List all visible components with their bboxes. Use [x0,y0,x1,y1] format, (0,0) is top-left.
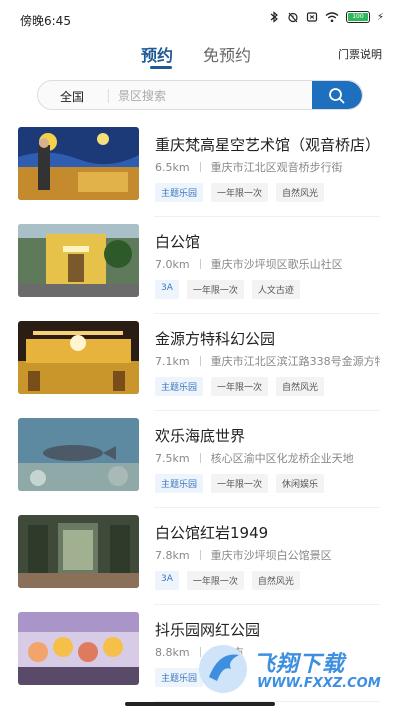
attraction-address: 重庆市江北区滨江路338号金源方特 [210,355,380,368]
attraction-tags: 主题乐园 一年限一次 自然风光 [155,377,325,396]
attraction-tag: 自然风光 [251,571,300,590]
attraction-tags: 3A 一年限一次 人文古迹 [155,280,300,299]
attraction-tag: 3A [155,571,179,590]
attraction-tag: 一年限一次 [186,571,244,590]
attraction-meta: 6.5km 重庆市江北区观音桥步行街 [155,159,380,175]
meta-divider [199,356,201,366]
attraction-thumbnail [18,224,139,297]
watermark-url: WWW.FXXZ.COM [257,676,381,691]
search-input[interactable] [118,86,308,106]
attraction-tag: 一年限一次 [211,474,269,493]
watermark-title: 飞翔下载 [253,652,346,677]
attraction-distance: 6.5km [155,161,190,174]
meta-divider [199,550,201,560]
meta-divider [199,453,201,463]
attraction-distance: 7.1km [155,355,190,368]
attraction-name: 欢乐海底世界 [155,427,246,445]
charging-icon: ⚡ [376,11,384,23]
attraction-distance: 7.5km [155,452,190,465]
attraction-tag: 主题乐园 [155,474,204,493]
attraction-tag: 主题乐园 [155,183,204,202]
attraction-tag: 主题乐园 [155,377,204,396]
status-bar: 傍晚6:45 100 ⚡ [0,0,400,36]
attraction-meta: 7.5km 核心区渝中区化龙桥企业天地 [155,450,380,466]
attraction-item[interactable]: 金源方特科幻公园 7.1km 重庆市江北区滨江路338号金源方特 主题乐园 一年限一次自… [0,314,400,411]
alarm-icon [288,12,298,23]
attraction-distance: 7.0km [155,258,190,271]
attraction-tag: 一年限一次 [186,280,244,299]
attraction-address: 重庆市江北区观音桥步行街 [210,161,343,174]
attraction-thumbnail [18,612,139,685]
attraction-tag: 休闲娱乐 [276,474,325,493]
search-bar: 全国 [37,80,363,110]
attraction-item[interactable]: 重庆梵高星空艺术馆（观音桥店） 6.5km 重庆市江北区观音桥步行街 主题乐园 一年限一… [0,120,400,217]
meta-divider [199,259,201,269]
attraction-tag: 一年限一次 [211,183,269,202]
region-selector[interactable]: 全国 [60,88,84,105]
attraction-tags: 主题乐园 一年限一次 休闲娱乐 [155,474,325,493]
attraction-tags: 主题乐园 [155,668,204,687]
attraction-meta: 7.8km 重庆市沙坪坝白公馆景区 [155,547,380,563]
attraction-item[interactable]: 欢乐海底世界 7.5km 核心区渝中区化龙桥企业天地 主题乐园 一年限一次 休闲娱乐 [0,411,400,508]
attraction-name: 重庆梵高星空艺术馆（观音桥店） [155,136,381,154]
attraction-name: 白公馆红岩1949 [155,524,269,542]
attraction-item[interactable]: 白公馆 7.0km 重庆市沙坪坝区歌乐山社区 3A 一年限一次 人文古迹 [0,217,400,314]
attraction-distance: 8.8km [155,646,190,659]
attraction-thumbnail [18,127,139,200]
status-icons: 100 ⚡ [268,11,384,23]
battery-level: 100 [347,13,368,21]
battery-icon: 100 [345,11,370,23]
bluetooth-icon [270,11,278,23]
attraction-thumbnail [18,321,139,394]
attraction-tag: 3A [155,280,179,299]
attraction-distance: 7.8km [155,549,190,562]
ticket-info-link[interactable]: 门票说明 [338,46,382,62]
attraction-tags: 3A 一年限一次 自然风光 [155,571,300,590]
tab-no-reservation[interactable]: 免预约 [203,42,251,66]
wifi-icon [325,12,339,23]
meta-divider [199,162,201,172]
attraction-thumbnail [18,418,139,491]
search-icon [329,88,345,104]
sim-icon [306,12,318,22]
attraction-tag: 自然风光 [276,183,325,202]
attraction-thumbnail [18,515,139,588]
attraction-name: 金源方特科幻公园 [155,330,276,348]
attraction-address: 重庆市沙坪坝白公馆景区 [210,549,332,562]
attraction-meta: 7.1km 重庆市江北区滨江路338号金源方特 [155,353,380,369]
attraction-meta: 7.0km 重庆市沙坪坝区歌乐山社区 [155,256,380,272]
attraction-tag: 一年限一次 [211,377,269,396]
tab-reservation[interactable]: 预约 [141,42,173,66]
attraction-name: 抖乐园网红公园 [155,621,261,639]
attraction-name: 白公馆 [155,233,201,251]
attraction-tag: 自然风光 [276,377,325,396]
home-indicator[interactable] [125,702,275,706]
attraction-tags: 主题乐园 一年限一次 自然风光 [155,183,325,202]
active-tab-indicator [150,66,172,69]
watermark: 飞翔下载 WWW.FXXZ.COM [197,640,382,698]
attraction-tag: 主题乐园 [155,668,204,687]
status-time: 傍晚6:45 [20,14,71,28]
search-button[interactable] [312,81,362,109]
search-divider [108,89,109,103]
attraction-address: 核心区渝中区化龙桥企业天地 [210,452,354,465]
attraction-tag: 人文古迹 [251,280,300,299]
top-tabs: 预约 免预约 门票说明 [0,36,400,76]
attraction-item[interactable]: 白公馆红岩1949 7.8km 重庆市沙坪坝白公馆景区 3A 一年限一次 自然风光 [0,508,400,605]
watermark-logo-icon [199,645,247,693]
attraction-address: 重庆市沙坪坝区歌乐山社区 [210,258,343,271]
